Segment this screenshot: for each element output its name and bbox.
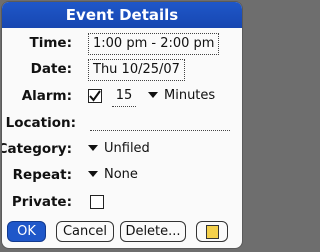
dropdown-arrow-icon: [148, 91, 158, 98]
private-row: Private:: [2, 191, 242, 213]
alarm-row: Alarm: 15 Minutes: [2, 85, 242, 107]
time-selector[interactable]: 1:00 pm - 2:00 pm: [88, 33, 220, 55]
private-label: Private:: [11, 194, 72, 210]
category-value: Unfiled: [104, 141, 150, 156]
location-row: Location:: [2, 112, 242, 134]
dropdown-arrow-icon: [88, 144, 98, 151]
category-picker[interactable]: Unfiled: [88, 139, 150, 159]
time-label: Time:: [29, 35, 72, 51]
repeat-row: Repeat: None: [2, 164, 242, 186]
delete-button[interactable]: Delete...: [120, 221, 186, 242]
location-field[interactable]: [90, 113, 230, 131]
date-selector[interactable]: Thu 10/25/07: [88, 59, 185, 81]
repeat-picker[interactable]: None: [88, 165, 138, 185]
repeat-value: None: [104, 167, 138, 182]
alarm-unit-picker[interactable]: Minutes: [148, 86, 215, 106]
date-label: Date:: [30, 61, 72, 77]
dropdown-arrow-icon: [88, 170, 98, 177]
note-icon: [206, 225, 219, 239]
date-row: Date: Thu 10/25/07: [2, 58, 242, 81]
event-details-dialog: Event Details Time: 1:00 pm - 2:00 pm Da…: [2, 2, 242, 248]
note-button[interactable]: [196, 221, 228, 242]
alarm-unit-value: Minutes: [164, 88, 216, 103]
category-label: Category:: [2, 141, 72, 157]
cancel-button[interactable]: Cancel: [56, 221, 114, 242]
location-label: Location:: [5, 115, 76, 131]
repeat-label: Repeat:: [12, 167, 72, 183]
time-row: Time: 1:00 pm - 2:00 pm: [2, 32, 242, 55]
dialog-title: Event Details: [2, 2, 242, 28]
ok-button[interactable]: OK: [7, 221, 46, 242]
checkmark-icon: [89, 90, 101, 102]
private-checkbox[interactable]: [90, 195, 104, 209]
alarm-checkbox[interactable]: [88, 89, 102, 103]
alarm-amount-field[interactable]: 15: [112, 86, 136, 107]
alarm-label: Alarm:: [21, 88, 72, 104]
category-row: Category: Unfiled: [2, 138, 242, 160]
